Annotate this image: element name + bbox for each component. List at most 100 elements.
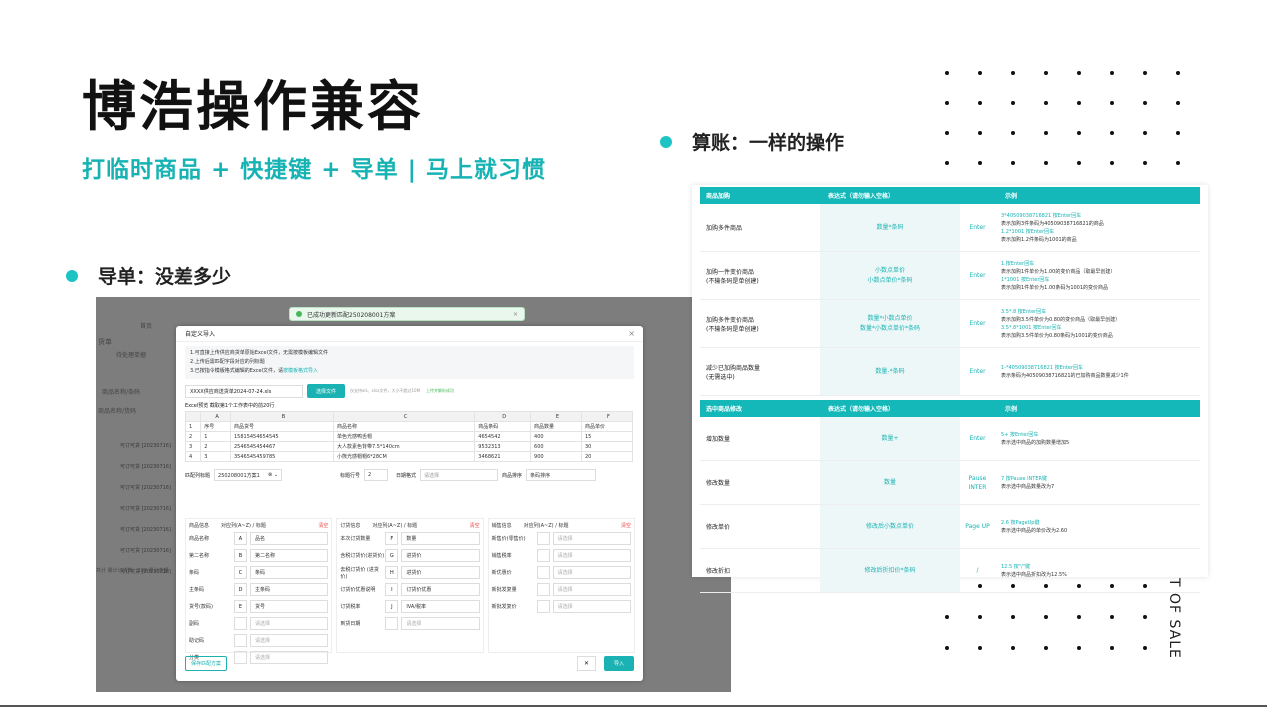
row-name: 加购多件变价商品 (不输条码是单创建)	[700, 315, 820, 333]
mapping-field: 含税订货价(进货价) G 进货价	[340, 549, 480, 562]
file-name-field[interactable]: XXXX供应商送货单2024-07-24.xls	[185, 384, 303, 398]
column-select[interactable]: 请选择	[552, 549, 631, 562]
row-example: 3*40509038716821 按Enter回车 表示加购3件条码为405090…	[995, 212, 1200, 244]
field-label: 新优惠价	[491, 570, 512, 576]
match-plan-select[interactable]: 250208001方案1 ⊗ ⌄	[214, 469, 283, 481]
column-key-input[interactable]	[234, 617, 247, 630]
column-key-input[interactable]	[385, 617, 399, 630]
row-name: 修改单价	[700, 522, 820, 531]
column-select[interactable]: 请选择	[401, 617, 480, 630]
expression-line: 小数点单价	[874, 266, 905, 274]
table-row: 1 序号 商品货号 商品名称 商品条码 商品数量 商品单价	[184, 421, 634, 432]
table-row: 加购多件商品 数量*条码 Enter 3*40509038716821 按Enter回…	[700, 204, 1200, 252]
column-select[interactable]: 品名	[250, 532, 329, 545]
column-key-input[interactable]: H	[385, 566, 399, 579]
dot-icon	[1176, 71, 1180, 75]
column-key-input[interactable]: C	[234, 566, 247, 579]
slide: 博浩操作兼容 打临时商品 + 快捷键 + 导单 | 马上就习惯 导单：没差多少 …	[0, 0, 1267, 707]
row-name-line: 修改数量	[706, 480, 731, 487]
column-key-input[interactable]	[536, 566, 550, 579]
example-input: 3.5*.8 按Enter回车	[1001, 308, 1047, 315]
example-input: 12.5 按"/"键	[1001, 563, 1031, 570]
column-title: 订货信息	[340, 523, 361, 529]
date-format-select[interactable]: 请选择	[420, 469, 499, 481]
save-plan-button[interactable]: 保存匹配方案	[185, 656, 228, 671]
row-example: 1-*40509038716821 按Enter回车 表示条码为405090387…	[995, 364, 1200, 380]
sort-select[interactable]: 条码排序	[526, 469, 597, 481]
dot-grid-decoration	[945, 71, 1209, 165]
column-select[interactable]: 请选择	[552, 532, 631, 545]
mapping-field: 新批发复量 请选择	[492, 583, 631, 596]
table-cell: 900	[530, 451, 582, 462]
example-desc: 表示加购3件条码为40509038716821的商品	[1001, 220, 1104, 227]
column-select[interactable]: 请选择	[250, 634, 329, 647]
column-key-input[interactable]	[536, 532, 550, 545]
column-header: E	[530, 411, 582, 422]
row-key: Page UP	[965, 523, 990, 530]
column-select[interactable]: 请选择	[250, 617, 329, 630]
clear-link[interactable]: 清空	[470, 522, 480, 529]
column-select[interactable]: 货号	[250, 600, 329, 613]
expression-line: 数量-*条码	[875, 367, 905, 375]
field-label: 到货日期	[340, 621, 361, 627]
dot-icon	[1044, 131, 1048, 135]
close-icon[interactable]: ×	[513, 311, 518, 318]
column-key-input[interactable]: E	[234, 600, 247, 613]
dot-icon	[1011, 131, 1015, 135]
clear-link[interactable]: 清空	[621, 522, 631, 529]
column-key-input[interactable]: D	[234, 583, 247, 596]
column-key-input[interactable]: I	[385, 583, 399, 596]
success-toast: 已成功更新匹配250208001方案 ×	[289, 307, 525, 321]
choose-file-button[interactable]: 选择文件	[307, 384, 345, 398]
close-icon[interactable]: ×	[628, 329, 635, 338]
column-select[interactable]: 条码	[250, 566, 329, 579]
header-cell: 表达式（请勿输入空格）	[828, 406, 895, 413]
column-key-input[interactable]	[234, 634, 247, 647]
example-input: 2.6 按PageUp键	[1001, 519, 1040, 526]
cancel-button[interactable]: ✕	[576, 656, 596, 671]
column-select[interactable]: 主条码	[250, 583, 329, 596]
example-input: 3.5*.8*1001 按Enter回车	[1001, 324, 1062, 331]
field-label: 助记码	[189, 638, 205, 644]
excel-preview-table: A B C D E F 1 序号 商品货号 商品名称 商品条码 商品数量 商品单价 2 1 158154546…	[184, 411, 634, 462]
row-example: 7 按Pause INTER键 表示选中商品数量改为7	[995, 475, 1200, 491]
column-select[interactable]: 第二名称	[250, 549, 329, 562]
column-select[interactable]: IVA/税率	[401, 600, 480, 613]
table-row: 修改折扣 修改后折扣价*条码 / 12.5 按"/"键 表示选中商品折扣改为12.5%	[700, 549, 1200, 593]
column-key-input[interactable]	[536, 549, 550, 562]
column-key-input[interactable]: F	[385, 532, 399, 545]
column-select[interactable]: 进货价	[401, 566, 480, 579]
column-key-input[interactable]	[536, 600, 550, 613]
column-key-input[interactable]: A	[234, 532, 247, 545]
column-select[interactable]: 请选择	[552, 600, 631, 613]
column-select[interactable]: 请选择	[552, 583, 631, 596]
example-input: 1.2*1001 按Enter回车	[1001, 228, 1055, 235]
column-select[interactable]: 请选择	[552, 566, 631, 579]
table-cell: 小熊光感帽帽6*28CM	[332, 451, 476, 462]
bullet-checkout: 算账：一样的操作	[660, 128, 844, 155]
row-key: Enter	[969, 224, 986, 231]
template-import-link[interactable]: 按模板格式导入	[283, 368, 318, 374]
dot-icon	[978, 71, 982, 75]
table-row: 修改数量 数量 Pause INTER 7 按Pause INTER键 表示选中商品数量…	[700, 461, 1200, 505]
bg-row: 可订可货 [20230716]	[120, 506, 171, 512]
column-key-input[interactable]: B	[234, 549, 247, 562]
dot-icon	[1044, 646, 1048, 650]
clear-link[interactable]: 清空	[318, 522, 328, 529]
column-key-input[interactable]: J	[385, 600, 399, 613]
column-key-input[interactable]: G	[385, 549, 399, 562]
column-key-input[interactable]	[536, 583, 550, 596]
row-expression: 修改后小数点单价	[820, 505, 960, 548]
field-label: 商品名称	[189, 536, 210, 542]
header-cell: 示例	[1005, 406, 1018, 413]
example-desc: 表示选中商品的单价改为2.60	[1001, 527, 1068, 534]
import-button[interactable]: 导入	[604, 656, 634, 671]
example-desc: 表示选中商品数量改为7	[1001, 483, 1055, 490]
column-select[interactable]: 订货价优惠	[401, 583, 480, 596]
file-hint: 仅支持xls、xlsx文件，大小不超过10M	[350, 388, 421, 393]
column-select[interactable]: 数量	[401, 532, 480, 545]
field-label: 副码	[189, 621, 200, 627]
header-row-input[interactable]: 2	[364, 469, 389, 481]
column-select[interactable]: 进货价	[401, 549, 480, 562]
dot-icon	[1143, 71, 1147, 75]
